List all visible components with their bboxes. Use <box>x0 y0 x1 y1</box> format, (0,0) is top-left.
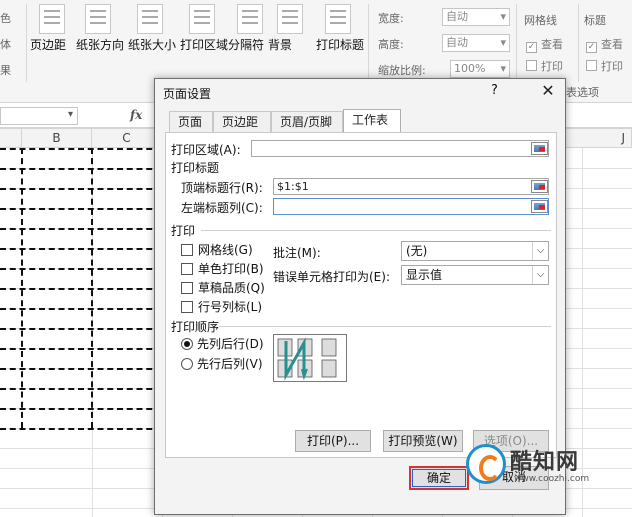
print-area-button[interactable]: 打印区域 <box>180 4 228 52</box>
headings-group-title: 标题 <box>584 14 606 27</box>
ribbon-partial-label[interactable]: 果 <box>0 62 11 78</box>
down-then-over-radio[interactable]: 先列后行(D) <box>181 335 264 352</box>
orientation-icon <box>85 4 111 34</box>
tab-sheet[interactable]: 工作表 <box>343 109 401 133</box>
rows-repeat-label: 顶端标题行(R): <box>181 181 263 195</box>
column-header[interactable] <box>0 128 22 148</box>
dialog-title: 页面设置 <box>163 87 212 101</box>
print-titles-icon <box>325 4 351 34</box>
row-col-headings-checkbox[interactable]: 行号列标(L) <box>181 298 262 315</box>
background-button[interactable]: 背景 <box>268 4 312 52</box>
zoom-combo[interactable]: 100% <box>450 60 510 78</box>
ok-button[interactable]: 确定 <box>409 466 469 490</box>
watermark-logo: 酷知网 www.coozhi.com <box>462 438 632 494</box>
margins-icon <box>39 4 65 34</box>
black-white-checkbox[interactable]: 单色打印(B) <box>181 260 264 277</box>
tab-page[interactable]: 页面 <box>169 111 213 133</box>
close-icon[interactable]: ✕ <box>535 80 561 102</box>
watermark-url: www.coozhi.com <box>514 474 590 484</box>
column-header-b[interactable]: B <box>22 128 92 148</box>
logo-icon <box>466 444 506 484</box>
errors-label: 错误单元格打印为(E): <box>273 270 390 284</box>
sheet-options-label: 表选项 <box>566 86 599 99</box>
width-combo[interactable]: 自动 <box>442 8 510 26</box>
comments-select[interactable]: (无) ⌵ <box>401 241 549 261</box>
draft-quality-checkbox[interactable]: 草稿品质(Q) <box>181 279 265 296</box>
breaks-icon <box>237 4 263 34</box>
zoom-label: 缩放比例: <box>378 64 426 77</box>
height-label: 高度: <box>378 38 404 51</box>
ribbon-partial-label[interactable]: 体 <box>0 36 11 52</box>
ribbon-partial-label[interactable]: 色 <box>0 10 11 26</box>
margins-button[interactable]: 页边距 <box>30 4 74 52</box>
fx-icon[interactable]: fx <box>130 108 142 122</box>
background-icon <box>277 4 303 34</box>
cols-repeat-field[interactable] <box>273 198 549 215</box>
rows-repeat-field[interactable]: $1:$1 <box>273 178 549 195</box>
print-titles-button[interactable]: 打印标题 <box>316 4 364 52</box>
paper-size-icon <box>137 4 163 34</box>
gridlines-view-checkbox[interactable]: ✓ 查看 <box>526 36 563 53</box>
name-box[interactable] <box>0 107 78 125</box>
tab-margins[interactable]: 页边距 <box>213 111 271 133</box>
watermark-name: 酷知网 <box>510 450 580 475</box>
help-icon[interactable]: ? <box>491 83 498 98</box>
orientation-button[interactable]: 纸张方向 <box>76 4 124 52</box>
headings-print-checkbox[interactable]: 打印 <box>586 58 623 74</box>
print-titles-label: 打印标题 <box>171 161 220 175</box>
collapse-dialog-icon[interactable] <box>531 142 548 155</box>
column-header-c[interactable]: C <box>92 128 162 148</box>
page-order-icon <box>277 337 337 381</box>
over-then-down-radio[interactable]: 先行后列(V) <box>181 355 263 372</box>
headings-view-checkbox[interactable]: ✓ 查看 <box>586 36 623 53</box>
print-order-preview <box>273 334 347 382</box>
print-button[interactable]: 打印(P)... <box>295 430 371 452</box>
width-label: 宽度: <box>378 12 404 25</box>
breaks-button[interactable]: 分隔符 <box>228 4 272 52</box>
paper-size-button[interactable]: 纸张大小 <box>128 4 176 52</box>
gridlines-print-checkbox[interactable]: 打印 <box>526 58 563 74</box>
gridlines-checkbox[interactable]: 网格线(G) <box>181 241 253 258</box>
errors-select[interactable]: 显示值 ⌵ <box>401 265 549 285</box>
print-order-label: 打印顺序 <box>171 320 220 334</box>
height-combo[interactable]: 自动 <box>442 34 510 52</box>
print-area-label: 打印区域(A): <box>171 143 241 157</box>
print-area-field[interactable] <box>251 140 549 157</box>
print-preview-button[interactable]: 打印预览(W) <box>383 430 463 452</box>
comments-label: 批注(M): <box>273 246 321 260</box>
print-section-label: 打印 <box>171 224 196 238</box>
print-area-icon <box>189 4 215 34</box>
gridlines-group-title: 网格线 <box>524 14 557 27</box>
column-header-j[interactable]: J <box>566 128 632 148</box>
tab-header-footer[interactable]: 页眉/页脚 <box>271 111 343 133</box>
chevron-down-icon: ⌵ <box>532 266 548 284</box>
collapse-dialog-icon[interactable] <box>531 200 548 213</box>
collapse-dialog-icon[interactable] <box>531 180 548 193</box>
cols-repeat-label: 左端标题列(C): <box>181 201 263 215</box>
chevron-down-icon: ⌵ <box>532 242 548 260</box>
